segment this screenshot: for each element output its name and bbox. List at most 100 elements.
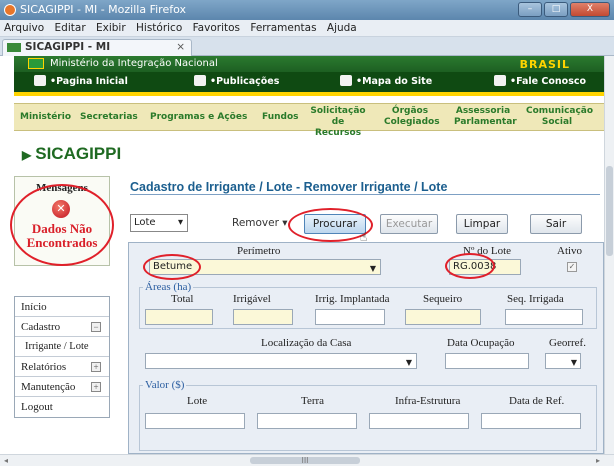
nav-secretarias[interactable]: Secretarias <box>80 112 138 123</box>
horizontal-scroll-thumb[interactable]: III <box>250 457 360 465</box>
browser-window: SICAGIPPI - MI - Mozilla Firefox – □ X A… <box>0 0 614 466</box>
nav-publicacoes[interactable]: •Publicações <box>194 72 279 92</box>
menu-ferramentas[interactable]: Ferramentas <box>250 22 316 34</box>
yellow-stripe <box>14 92 604 96</box>
page-title: Cadastro de Irrigante / Lote - Remover I… <box>130 180 448 194</box>
map-icon <box>340 75 352 86</box>
tab-sicagippi[interactable]: SICAGIPPI - MI × <box>2 39 192 56</box>
brasil-logo: BRASIL <box>519 58 570 71</box>
area-irrigavel-label: Irrigável <box>233 293 271 305</box>
localizacao-select[interactable]: ▼ <box>145 353 417 369</box>
lote-highlight-circle <box>445 253 495 279</box>
menu-ajuda[interactable]: Ajuda <box>327 22 357 34</box>
home-icon <box>34 75 46 86</box>
nav-programas[interactable]: Programas e Ações <box>150 112 247 123</box>
menu-arquivo[interactable]: Arquivo <box>4 22 44 34</box>
expand-icon[interactable]: + <box>91 382 101 392</box>
nav-ministerio[interactable]: Ministério <box>20 112 71 123</box>
menu-exibir[interactable]: Exibir <box>96 22 126 34</box>
nav-orgaos[interactable]: Órgãos Colegiados <box>384 106 440 128</box>
maximize-button[interactable]: □ <box>544 2 568 17</box>
area-seq-irrigada-label: Seq. Irrigada <box>507 293 564 305</box>
localizacao-label: Localização da Casa <box>261 337 352 349</box>
logo-arrow-icon: ▶ <box>22 148 32 162</box>
menu-editar[interactable]: Editar <box>55 22 86 34</box>
mail-icon <box>494 75 506 86</box>
collapse-icon[interactable]: − <box>91 322 101 332</box>
scroll-left-icon[interactable]: ◂ <box>4 456 8 465</box>
menu-favoritos[interactable]: Favoritos <box>193 22 240 34</box>
sidebar-item-logout[interactable]: Logout <box>15 397 109 417</box>
error-highlight-circle <box>10 184 114 266</box>
menu-historico[interactable]: Histórico <box>136 22 182 34</box>
area-irrig-implantada-input[interactable] <box>315 309 385 325</box>
valor-terra-label: Terra <box>301 395 325 407</box>
form-panel: Perímetro Betume ▼ Nº do Lote RG.0038 Ati… <box>128 242 604 454</box>
vertical-scrollbar[interactable] <box>604 56 614 454</box>
georref-label: Georref. <box>549 337 586 349</box>
chevron-down-icon: ▼ <box>570 358 577 367</box>
nav-mapa-do-site[interactable]: •Mapa do Site <box>340 72 432 92</box>
nav-pagina-inicial[interactable]: •Pagina Inicial <box>34 72 128 92</box>
page-content: Ministério da Integração Nacional BRASIL… <box>0 56 604 454</box>
area-seq-irrigada-input[interactable] <box>505 309 583 325</box>
area-sequeiro-input[interactable] <box>405 309 481 325</box>
firefox-icon <box>4 4 16 16</box>
executar-button[interactable]: Executar <box>380 214 438 234</box>
tab-close-icon[interactable]: × <box>176 40 185 55</box>
perimetro-label: Perímetro <box>237 245 281 257</box>
action-select[interactable]: Remover ▾ <box>232 214 288 232</box>
gov-header: Ministério da Integração Nacional BRASIL… <box>14 56 604 92</box>
sidebar-item-inicio[interactable]: Início <box>15 297 109 317</box>
chevron-down-icon: ▼ <box>369 264 376 273</box>
expand-icon[interactable]: + <box>91 362 101 372</box>
sidebar-item-manutencao[interactable]: Manutenção + <box>15 377 109 397</box>
valor-infra-input[interactable] <box>369 413 469 429</box>
georref-select[interactable]: ▼ <box>545 353 581 369</box>
nav-fundos[interactable]: Fundos <box>262 112 299 123</box>
sidebar-item-irrigante-lote[interactable]: Irrigante / Lote <box>15 337 109 357</box>
main-navigation: Ministério Secretarias Programas e Ações… <box>14 103 604 138</box>
vertical-scroll-thumb[interactable] <box>606 166 613 256</box>
valor-terra-input[interactable] <box>257 413 357 429</box>
window-title: SICAGIPPI - MI - Mozilla Firefox <box>20 3 186 16</box>
area-irrigavel-input[interactable] <box>233 309 293 325</box>
perimetro-highlight-circle <box>143 254 201 280</box>
tab-title: SICAGIPPI - MI <box>25 41 111 53</box>
data-ref-input[interactable] <box>481 413 581 429</box>
nav-comunicacao[interactable]: Comunicação Social <box>526 106 593 128</box>
entity-select[interactable]: Lote ▾ <box>130 214 188 232</box>
window-titlebar: SICAGIPPI - MI - Mozilla Firefox – □ X <box>0 0 614 20</box>
limpar-button[interactable]: Limpar <box>456 214 508 234</box>
area-total-label: Total <box>171 293 194 305</box>
data-ocupacao-input[interactable] <box>445 353 529 369</box>
ativo-checkbox[interactable]: ✓ <box>567 262 577 272</box>
valor-infra-label: Infra-Estrutura <box>395 395 461 407</box>
logo-text: SICAGIPPI <box>35 144 122 163</box>
area-irrig-implantada-label: Irrig. Implantada <box>315 293 390 305</box>
sair-button[interactable]: Sair <box>530 214 582 234</box>
valor-lote-label: Lote <box>187 395 208 407</box>
horizontal-scrollbar[interactable]: ◂ III ▸ <box>0 454 614 466</box>
valor-legend: Valor ($) <box>143 379 187 391</box>
chevron-down-icon: ▾ <box>177 217 183 228</box>
site-favicon-icon <box>7 43 21 52</box>
sicagippi-logo: ▶ SICAGIPPI <box>22 144 121 164</box>
nav-assessoria[interactable]: Assessoria Parlamentar <box>454 106 517 128</box>
ativo-label: Ativo <box>557 245 583 257</box>
ministry-name: Ministério da Integração Nacional <box>50 58 218 69</box>
area-sequeiro-label: Sequeiro <box>423 293 463 305</box>
browser-menubar: Arquivo Editar Exibir Histórico Favorito… <box>0 20 614 37</box>
valor-lote-input[interactable] <box>145 413 245 429</box>
sidebar-item-relatorios[interactable]: Relatórios + <box>15 357 109 377</box>
tab-bar: SICAGIPPI - MI × <box>0 37 614 56</box>
minimize-button[interactable]: – <box>518 2 542 17</box>
area-total-input[interactable] <box>145 309 213 325</box>
close-window-button[interactable]: X <box>570 2 610 17</box>
scroll-right-icon[interactable]: ▸ <box>596 456 600 465</box>
nav-solicitacao[interactable]: Solicitação de Recursos <box>310 106 366 139</box>
nav-fale-conosco[interactable]: •Fale Conosco <box>494 72 586 92</box>
chevron-down-icon: ▼ <box>405 358 412 367</box>
brazil-flag-icon <box>28 58 44 69</box>
sidebar-item-cadastro[interactable]: Cadastro − <box>15 317 109 337</box>
